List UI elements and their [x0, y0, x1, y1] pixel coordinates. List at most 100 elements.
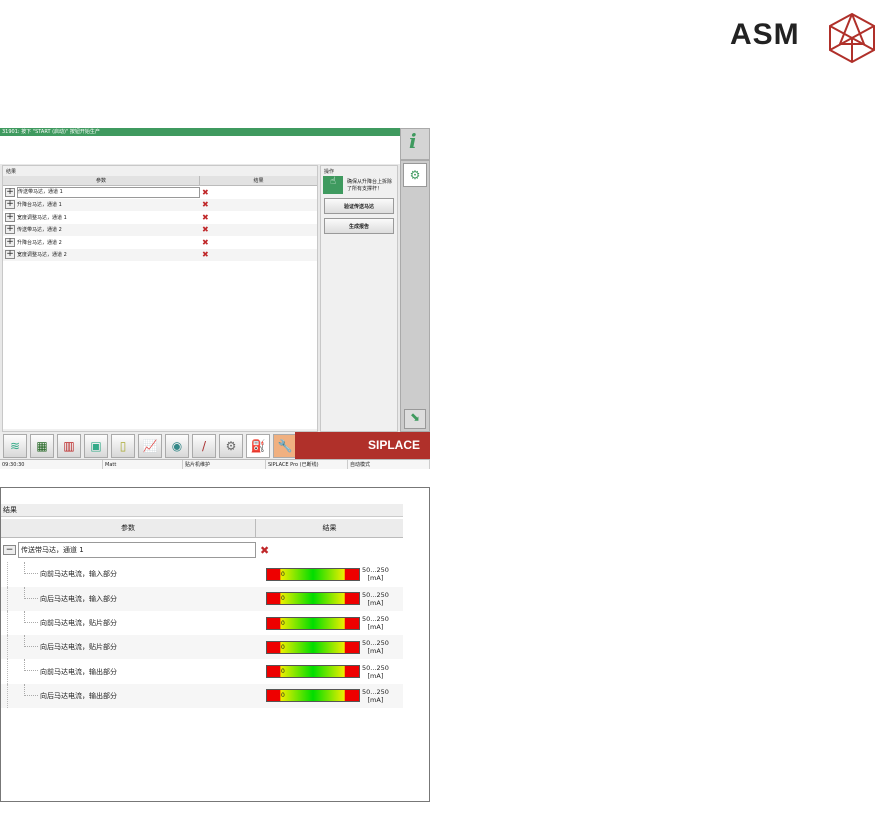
range: 50...250 — [362, 590, 389, 599]
nozzle-icon[interactable]: / — [192, 433, 216, 458]
expand-icon[interactable]: + — [5, 212, 15, 222]
bar-chart-icon[interactable]: ▥ — [57, 433, 81, 458]
row-label: 升降台马达，通道 1 — [17, 202, 62, 209]
expand-icon[interactable]: + — [5, 200, 15, 210]
gauge-value: 0 — [281, 595, 285, 603]
unit: [mA] — [367, 695, 384, 704]
range: 50...250 — [362, 615, 389, 624]
verify-motor-button[interactable]: 验证传送马达 — [324, 198, 394, 214]
result-row[interactable]: + 宽度调整马达，通道 1 ✖ — [3, 211, 317, 224]
unit: [mA] — [367, 623, 384, 632]
status-time: 09:30:30 — [0, 460, 103, 469]
detail-title: 结果 — [1, 504, 403, 517]
measurement-label: 向后马达电流，输出部分 — [40, 691, 117, 700]
test-tab-icon[interactable]: ⚙ — [403, 163, 427, 187]
measurement-label: 向前马达电流，输出部分 — [40, 667, 117, 676]
measurement-row: 向前马达电流，输出部分 0 50...250 [mA] — [1, 659, 403, 684]
row-label: 宽度调整马达，通道 2 — [17, 252, 67, 259]
gauge-value: 0 — [281, 692, 285, 700]
value-gauge: 0 — [266, 567, 360, 581]
line-chart-icon[interactable]: 📈 — [138, 433, 162, 458]
row-label: 传送带马达，通道 1 — [17, 186, 200, 198]
status-auto: 自动模式 — [348, 460, 430, 469]
oil-can-icon[interactable]: ⛽ — [246, 433, 270, 458]
asm-logo: ASM — [730, 12, 880, 64]
measurement-label: 向前马达电流，贴片部分 — [40, 619, 117, 628]
fail-icon: ✖ — [260, 543, 270, 557]
unit: [mA] — [367, 671, 384, 680]
fail-icon: ✖ — [202, 212, 209, 222]
unit: [mA] — [367, 598, 384, 607]
measurement-label: 向后马达电流，贴片部分 — [40, 643, 117, 652]
row-label: 传送带马达，通道 2 — [17, 227, 62, 234]
fail-icon: ✖ — [202, 200, 209, 210]
value-gauge: 0 — [266, 689, 360, 703]
parent-label: 传送带马达，通道 1 — [18, 542, 256, 559]
info-button[interactable]: i — [400, 128, 430, 160]
measurement-label: 向后马达电流，输入部分 — [40, 594, 117, 603]
detail-list: − 传送带马达，通道 1 ✖ 向前马达电流，输入部分 0 50...250 [mA] 向… — [1, 538, 403, 709]
gauge-value: 0 — [281, 643, 285, 651]
fail-icon: ✖ — [202, 250, 209, 260]
result-row[interactable]: + 升降台马达，通道 1 ✖ — [3, 198, 317, 211]
result-row[interactable]: + 宽度调整马达，通道 2 ✖ — [3, 248, 317, 261]
message-bar: 31901: 按下 "START (启动)" 按钮开始生产 — [0, 128, 400, 136]
range: 50...250 — [362, 639, 389, 648]
grid-icon[interactable]: ▦ — [30, 433, 54, 458]
message-area — [0, 136, 400, 164]
camera-icon[interactable]: ◉ — [165, 433, 189, 458]
wrench-icon[interactable]: 🔧 — [273, 433, 297, 458]
measurement-row: 向前马达电流，贴片部分 0 50...250 [mA] — [1, 610, 403, 636]
generate-report-button[interactable]: 生成报告 — [324, 218, 394, 234]
board-icon[interactable]: ▣ — [84, 433, 108, 458]
collapse-icon[interactable]: − — [3, 545, 16, 556]
gauge-value: 0 — [281, 619, 285, 627]
results-title: 结果 — [6, 169, 17, 175]
fail-icon: ✖ — [202, 187, 209, 197]
results-list: + 传送带马达，通道 1 ✖ + 升降台马达，通道 1 ✖ + 宽度调整马达，通道 1 ✖ + 传送… — [3, 186, 317, 429]
measurement-row: 向后马达电流，贴片部分 0 50...250 [mA] — [1, 635, 403, 660]
expand-icon[interactable]: + — [5, 225, 15, 235]
book-icon[interactable]: ▯ — [111, 433, 135, 458]
value-gauge: 0 — [266, 616, 360, 630]
siplace-screen: 31901: 按下 "START (启动)" 按钮开始生产 i ⚙ ⬊ 结果 参… — [0, 128, 430, 469]
operations-panel: 操作 ☝ 确保从升降台上拆除了所有支撑杆！ 验证传送马达 生成报告 — [320, 165, 398, 432]
detail-col-param: 参数 — [1, 519, 256, 537]
layers-icon[interactable]: ≋ — [3, 433, 27, 458]
exit-icon[interactable]: ⬊ — [404, 409, 426, 429]
measurement-label: 向前马达电流，输入部分 — [40, 570, 117, 579]
ops-hint: 确保从升降台上拆除了所有支撑杆！ — [347, 179, 393, 192]
gauge-value: 0 — [281, 570, 285, 578]
result-row[interactable]: + 传送带马达，通道 1 ✖ — [3, 186, 317, 199]
results-panel: 结果 参数 结果 + 传送带马达，通道 1 ✖ + 升降台马达，通道 1 ✖ + 宽度调整马达，… — [2, 165, 318, 432]
unit: [mA] — [367, 574, 384, 583]
gears-icon[interactable]: ⚙ — [219, 433, 243, 458]
detail-view: 结果 参数 结果 − 传送带马达，通道 1 ✖ 向前马达电流，输入部分 0 50...… — [0, 487, 430, 802]
logo-text: ASM — [730, 18, 800, 51]
asm-crystal-icon — [829, 12, 875, 64]
col-result: 结果 — [253, 178, 264, 184]
range: 50...250 — [362, 663, 389, 672]
result-row[interactable]: + 升降台马达，通道 2 ✖ — [3, 236, 317, 249]
row-label: 宽度调整马达，通道 1 — [17, 214, 67, 221]
row-label: 升降台马达，通道 2 — [17, 239, 62, 246]
status-connection: SIPLACE Pro (已断线) — [266, 460, 348, 469]
fail-icon: ✖ — [202, 225, 209, 235]
measurement-row: 向后马达电流，输入部分 0 50...250 [mA] — [1, 586, 403, 611]
status-bar: 09:30:30 Matt 贴片机维护 SIPLACE Pro (已断线) 自动… — [0, 459, 430, 469]
unit: [mA] — [367, 647, 384, 656]
range: 50...250 — [362, 687, 389, 696]
info-icon: i — [409, 129, 417, 153]
expand-icon[interactable]: + — [5, 237, 15, 247]
value-gauge: 0 — [266, 592, 360, 606]
detail-col-result: 结果 — [322, 524, 337, 532]
value-gauge: 0 — [266, 665, 360, 679]
range: 50...250 — [362, 566, 389, 575]
measurement-row: 向前马达电流，输入部分 0 50...250 [mA] — [1, 562, 403, 587]
col-param: 参数 — [3, 176, 200, 185]
result-row[interactable]: + 传送带马达，通道 2 ✖ — [3, 223, 317, 236]
expand-icon[interactable]: + — [5, 250, 15, 260]
parent-row[interactable]: − 传送带马达，通道 1 ✖ — [1, 538, 403, 563]
side-tab-bar: ⚙ ⬊ — [400, 160, 430, 432]
expand-icon[interactable]: + — [5, 187, 15, 197]
